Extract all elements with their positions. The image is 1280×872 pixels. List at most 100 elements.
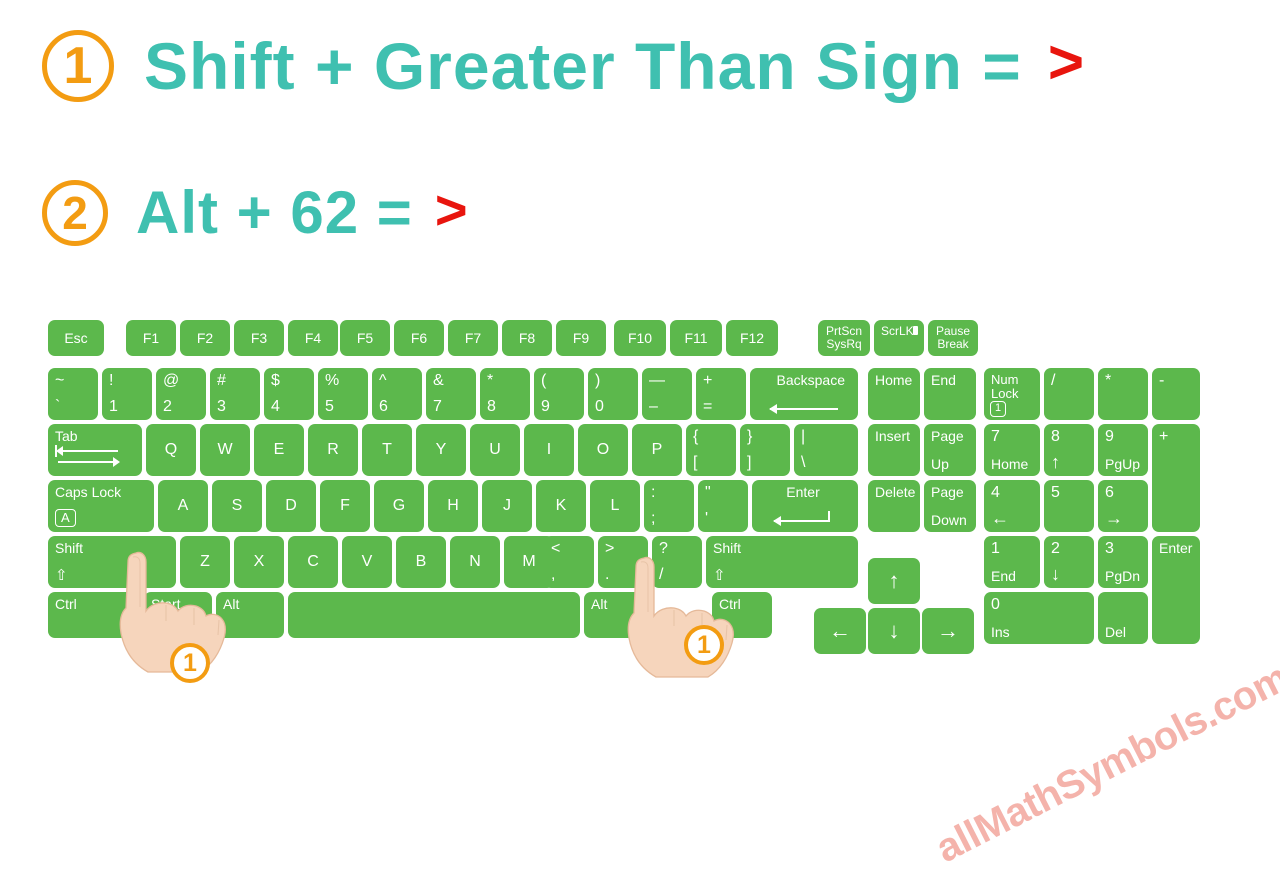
key-f9[interactable]: F9	[556, 320, 606, 356]
key-q[interactable]: Q	[146, 424, 196, 476]
greater-than-key[interactable]: > .	[598, 536, 648, 588]
key-y[interactable]: Y	[416, 424, 466, 476]
key-p[interactable]: P	[632, 424, 682, 476]
key-n[interactable]: N	[450, 536, 500, 588]
key-arrow-up[interactable]: ↑	[868, 558, 920, 604]
key-backtick[interactable]: ~ `	[48, 368, 98, 420]
key-arrow-down[interactable]: ↓	[868, 608, 920, 654]
key-numpad-4[interactable]: 4 ←	[984, 480, 1040, 532]
key-home[interactable]: Home	[868, 368, 920, 420]
key-f[interactable]: F	[320, 480, 370, 532]
key-6[interactable]: ^ 6	[372, 368, 422, 420]
key-left-bracket[interactable]: { [	[686, 424, 736, 476]
key-e[interactable]: E	[254, 424, 304, 476]
key-right-alt[interactable]: Alt	[584, 592, 652, 638]
key-numpad-del[interactable]: Del	[1098, 592, 1148, 644]
key-quote[interactable]: " '	[698, 480, 748, 532]
key-g[interactable]: G	[374, 480, 424, 532]
key-l[interactable]: L	[590, 480, 640, 532]
key-left-ctrl[interactable]: Ctrl	[48, 592, 140, 638]
key-x[interactable]: X	[234, 536, 284, 588]
key-comma[interactable]: < ,	[544, 536, 594, 588]
key-numpad-9[interactable]: 9 PgUp	[1098, 424, 1148, 476]
key-left-alt[interactable]: Alt	[216, 592, 284, 638]
key-f4[interactable]: F4	[288, 320, 338, 356]
key-caps-lock[interactable]: Caps Lock A	[48, 480, 154, 532]
key-minus[interactable]: — –	[642, 368, 692, 420]
key-r[interactable]: R	[308, 424, 358, 476]
key-numpad-divide[interactable]: /	[1044, 368, 1094, 420]
key-numpad-7[interactable]: 7 Home	[984, 424, 1040, 476]
key-numpad-minus[interactable]: -	[1152, 368, 1200, 420]
key-arrow-right[interactable]: →	[922, 608, 974, 654]
key-numpad-multiply[interactable]: *	[1098, 368, 1148, 420]
key-f11[interactable]: F11	[670, 320, 722, 356]
key-9[interactable]: ( 9	[534, 368, 584, 420]
key-insert[interactable]: Insert	[868, 424, 920, 476]
key-print-screen[interactable]: PrtScn SysRq	[818, 320, 870, 356]
key-right-shift[interactable]: Shift ⇧	[706, 536, 858, 588]
key-numpad-enter[interactable]: Enter	[1152, 536, 1200, 644]
key-equals[interactable]: + =	[696, 368, 746, 420]
key-f12[interactable]: F12	[726, 320, 778, 356]
key-k[interactable]: K	[536, 480, 586, 532]
key-page-up[interactable]: Page Up	[924, 424, 976, 476]
key-w[interactable]: W	[200, 424, 250, 476]
key-t[interactable]: T	[362, 424, 412, 476]
key-f3[interactable]: F3	[234, 320, 284, 356]
key-4[interactable]: $ 4	[264, 368, 314, 420]
key-end[interactable]: End	[924, 368, 976, 420]
key-7[interactable]: & 7	[426, 368, 476, 420]
key-f10[interactable]: F10	[614, 320, 666, 356]
key-semicolon[interactable]: : ;	[644, 480, 694, 532]
key-2[interactable]: @ 2	[156, 368, 206, 420]
key-a[interactable]: A	[158, 480, 208, 532]
key-f6[interactable]: F6	[394, 320, 444, 356]
key-numpad-plus[interactable]: +	[1152, 424, 1200, 532]
key-0[interactable]: ) 0	[588, 368, 638, 420]
key-5[interactable]: % 5	[318, 368, 368, 420]
key-start[interactable]: Start	[144, 592, 212, 638]
key-backspace[interactable]: Backspace	[750, 368, 858, 420]
key-arrow-left[interactable]: ←	[814, 608, 866, 654]
key-spacebar[interactable]	[288, 592, 580, 638]
key-num-lock[interactable]: Num Lock 1	[984, 368, 1040, 420]
key-s[interactable]: S	[212, 480, 262, 532]
key-numpad-5[interactable]: 5	[1044, 480, 1094, 532]
key-i[interactable]: I	[524, 424, 574, 476]
key-8[interactable]: * 8	[480, 368, 530, 420]
key-3[interactable]: # 3	[210, 368, 260, 420]
key-numpad-6[interactable]: 6 →	[1098, 480, 1148, 532]
key-f1[interactable]: F1	[126, 320, 176, 356]
key-numpad-1[interactable]: 1 End	[984, 536, 1040, 588]
key-numpad-8[interactable]: 8 ↑	[1044, 424, 1094, 476]
key-j[interactable]: J	[482, 480, 532, 532]
key-left-shift[interactable]: Shift ⇧	[48, 536, 176, 588]
key-scroll-lock[interactable]: ScrLK	[874, 320, 924, 356]
key-1[interactable]: ! 1	[102, 368, 152, 420]
key-pause-break[interactable]: Pause Break	[928, 320, 978, 356]
key-page-down[interactable]: Page Down	[924, 480, 976, 532]
key-tab[interactable]: Tab	[48, 424, 142, 476]
key-o[interactable]: O	[578, 424, 628, 476]
key-numpad-3[interactable]: 3 PgDn	[1098, 536, 1148, 588]
key-d[interactable]: D	[266, 480, 316, 532]
key-h[interactable]: H	[428, 480, 478, 532]
key-c[interactable]: C	[288, 536, 338, 588]
key-numpad-0[interactable]: 0 Ins	[984, 592, 1094, 644]
key-esc[interactable]: Esc	[48, 320, 104, 356]
key-numpad-2[interactable]: 2 ↓	[1044, 536, 1094, 588]
key-f5[interactable]: F5	[340, 320, 390, 356]
key-backslash[interactable]: | \	[794, 424, 858, 476]
key-right-ctrl[interactable]: Ctrl	[712, 592, 772, 638]
key-b[interactable]: B	[396, 536, 446, 588]
key-slash[interactable]: ? /	[652, 536, 702, 588]
key-v[interactable]: V	[342, 536, 392, 588]
key-z[interactable]: Z	[180, 536, 230, 588]
key-f7[interactable]: F7	[448, 320, 498, 356]
key-u[interactable]: U	[470, 424, 520, 476]
key-delete[interactable]: Delete	[868, 480, 920, 532]
key-enter[interactable]: Enter	[752, 480, 858, 532]
key-f8[interactable]: F8	[502, 320, 552, 356]
key-right-bracket[interactable]: } ]	[740, 424, 790, 476]
